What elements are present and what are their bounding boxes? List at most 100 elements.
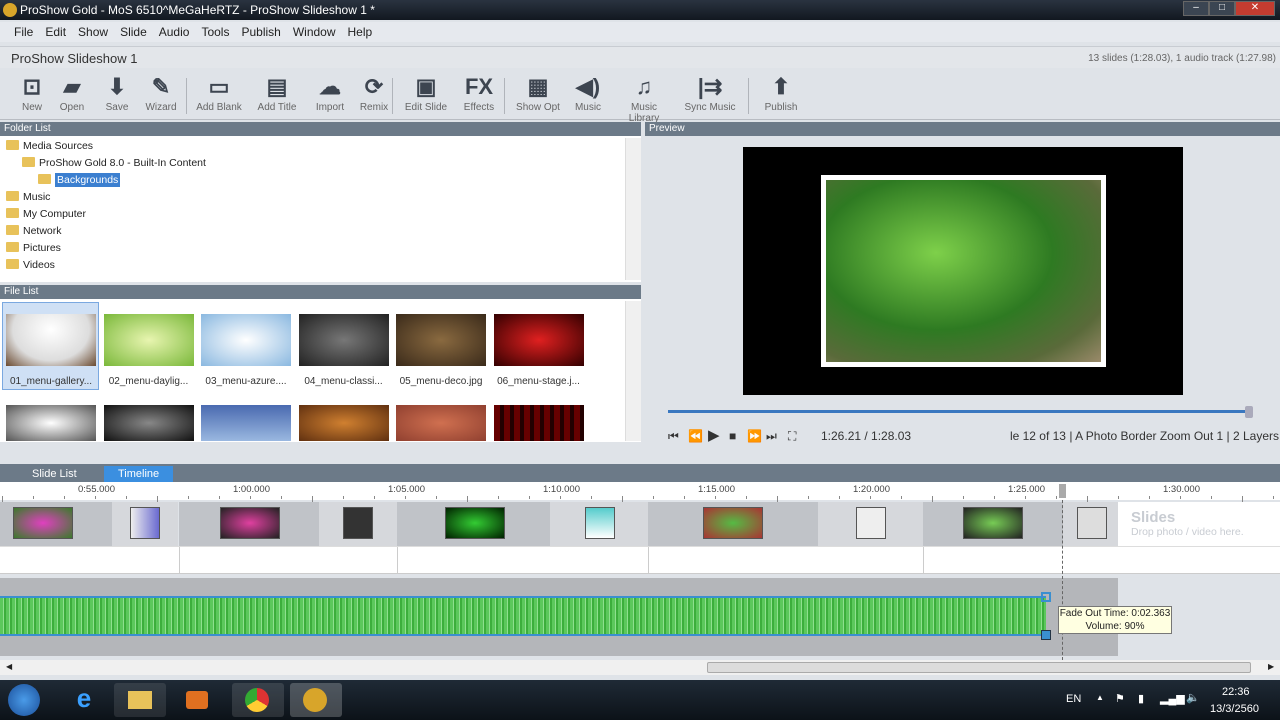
maximize-button[interactable]: □ [1209, 1, 1235, 16]
playhead-handle[interactable] [1059, 484, 1066, 498]
folder-item[interactable]: Backgrounds [38, 173, 121, 187]
menu-tools[interactable]: Tools [195, 22, 235, 42]
toolbar-music-button[interactable]: ◀) Music [560, 74, 616, 113]
file-thumbnail[interactable] [201, 405, 291, 441]
slide-thumbnail[interactable] [13, 507, 73, 539]
slide-thumbnail[interactable] [963, 507, 1023, 539]
stop-icon[interactable]: ■ [729, 429, 736, 443]
scroll-right-icon[interactable]: ▶ [1268, 662, 1274, 671]
first-slide-icon[interactable]: ⏮ [668, 429, 679, 444]
file-name[interactable]: 04_menu-classi... [296, 376, 392, 387]
explorer-icon[interactable] [114, 683, 166, 717]
file-name[interactable]: 01_menu-gallery... [3, 376, 99, 387]
last-slide-icon[interactable]: ⏭ [766, 429, 777, 444]
folder-scrollbar[interactable] [625, 138, 641, 280]
menu-publish[interactable]: Publish [235, 22, 286, 42]
show-hidden-icons[interactable]: ▲ [1096, 693, 1104, 702]
language-indicator[interactable]: EN [1066, 693, 1081, 705]
playback-progress[interactable] [668, 410, 1248, 413]
scroll-left-icon[interactable]: ◀ [6, 662, 12, 671]
start-button[interactable] [8, 684, 40, 716]
menu-window[interactable]: Window [287, 22, 342, 42]
play-icon[interactable]: ▶ [708, 426, 720, 444]
menu-slide[interactable]: Slide [114, 22, 153, 42]
file-thumbnail[interactable] [201, 314, 291, 366]
media-player-icon[interactable] [172, 683, 224, 717]
file-thumbnail[interactable] [493, 314, 584, 366]
volume-icon[interactable]: 🔈 [1186, 691, 1200, 704]
file-name[interactable]: 05_menu-deco.jpg [393, 376, 489, 387]
file-thumbnail[interactable] [396, 314, 486, 366]
slide-thumbnail[interactable] [220, 507, 280, 539]
toolbar-add-title-button[interactable]: ▤ Add Title [249, 74, 305, 113]
menu-help[interactable]: Help [342, 22, 379, 42]
ruler-tick [126, 496, 127, 499]
clock-date[interactable]: 13/3/2560 [1210, 703, 1259, 715]
file-scrollbar[interactable] [625, 301, 641, 441]
tab-slide-list[interactable]: Slide List [18, 466, 91, 482]
folder-label: ProShow Gold 8.0 - Built-In Content [39, 157, 206, 169]
folder-item[interactable]: My Computer [6, 208, 86, 220]
transition-thumbnail[interactable] [585, 507, 615, 539]
action-center-flag-icon[interactable]: ⚑ [1115, 692, 1125, 705]
fullscreen-icon[interactable]: ⛶ [788, 429, 796, 444]
folder-item[interactable]: Music [6, 191, 50, 203]
transition-thumbnail[interactable] [130, 507, 160, 539]
file-name[interactable]: 02_menu-daylig... [101, 376, 197, 387]
minimize-button[interactable]: – [1183, 1, 1209, 16]
proshow-taskbar-icon[interactable] [290, 683, 342, 717]
folder-item[interactable]: Network [6, 225, 62, 237]
toolbar-publish-button[interactable]: ⬆ Publish [753, 74, 809, 113]
ruler-label: 1:05.000 [388, 484, 425, 495]
slide-thumbnail[interactable] [703, 507, 763, 539]
folder-item[interactable]: Pictures [6, 242, 61, 254]
menu-edit[interactable]: Edit [39, 22, 72, 42]
power-icon[interactable]: ▮ [1138, 692, 1144, 705]
toolbar-sync-music-button[interactable]: |⇉ Sync Music [682, 74, 738, 113]
chrome-icon[interactable] [232, 683, 284, 717]
audio-waveform[interactable] [0, 596, 1046, 636]
fade-out-handle[interactable] [1041, 592, 1051, 602]
file-name[interactable]: 06_menu-stage.j... [491, 376, 587, 387]
file-thumbnail[interactable] [493, 405, 584, 441]
folder-item[interactable]: ProShow Gold 8.0 - Built-In Content [22, 157, 206, 169]
scroll-thumb[interactable] [707, 662, 1251, 673]
toolbar-edit-slide-button[interactable]: ▣ Edit Slide [398, 74, 454, 113]
toolbar-wizard-button[interactable]: ✎ Wizard [133, 74, 189, 113]
transition-thumbnail[interactable] [343, 507, 373, 539]
network-signal-icon[interactable]: ▂▄▆ [1160, 692, 1185, 705]
ie-icon[interactable]: e [58, 683, 110, 717]
fast-forward-icon[interactable]: ⏩ [747, 429, 762, 443]
file-thumbnail[interactable] [6, 405, 96, 441]
file-thumbnail[interactable] [103, 405, 194, 441]
toolbar-show-opt-button[interactable]: ▦ Show Opt [510, 74, 566, 113]
progress-handle[interactable] [1245, 406, 1253, 418]
file-thumbnail[interactable] [298, 314, 389, 366]
file-thumbnail[interactable] [396, 405, 486, 441]
menu-audio[interactable]: Audio [153, 22, 196, 42]
timeline-scrollbar[interactable]: ◀ ▶ [0, 660, 1280, 675]
file-thumbnail[interactable] [298, 405, 389, 441]
transition-thumbnail[interactable] [856, 507, 886, 539]
audio-track[interactable] [0, 578, 1118, 656]
folder-item[interactable]: Videos [6, 259, 55, 271]
tab-timeline[interactable]: Timeline [104, 466, 174, 482]
menu-show[interactable]: Show [72, 22, 114, 42]
file-name[interactable]: 03_menu-azure.... [198, 376, 294, 387]
file-thumbnail[interactable] [6, 314, 96, 366]
folder-item[interactable]: Media Sources [6, 140, 93, 152]
volume-handle[interactable] [1041, 630, 1051, 640]
menu-file[interactable]: File [8, 22, 39, 42]
file-thumbnail[interactable] [103, 314, 194, 366]
timeline-ruler[interactable]: 0:55.000 1:00.000 1:05.000 1:10.000 1:15.000… [0, 482, 1280, 502]
slide-drop-zone[interactable]: Slides Drop photo / video here. [1118, 502, 1280, 546]
transition-thumbnail[interactable] [1077, 507, 1107, 539]
slide-thumbnail[interactable] [445, 507, 505, 539]
toolbar-music-library-button[interactable]: ♫ Music Library [616, 74, 672, 124]
rewind-icon[interactable]: ⏪ [688, 429, 703, 443]
toolbar-add-blank-button[interactable]: ▭ Add Blank [191, 74, 247, 113]
clock-time[interactable]: 22:36 [1222, 686, 1250, 698]
toolbar-effects-button[interactable]: FX Effects [451, 74, 507, 113]
toolbar-remix-button[interactable]: ⟳ Remix [346, 74, 402, 113]
close-button[interactable]: ✕ [1235, 1, 1275, 16]
